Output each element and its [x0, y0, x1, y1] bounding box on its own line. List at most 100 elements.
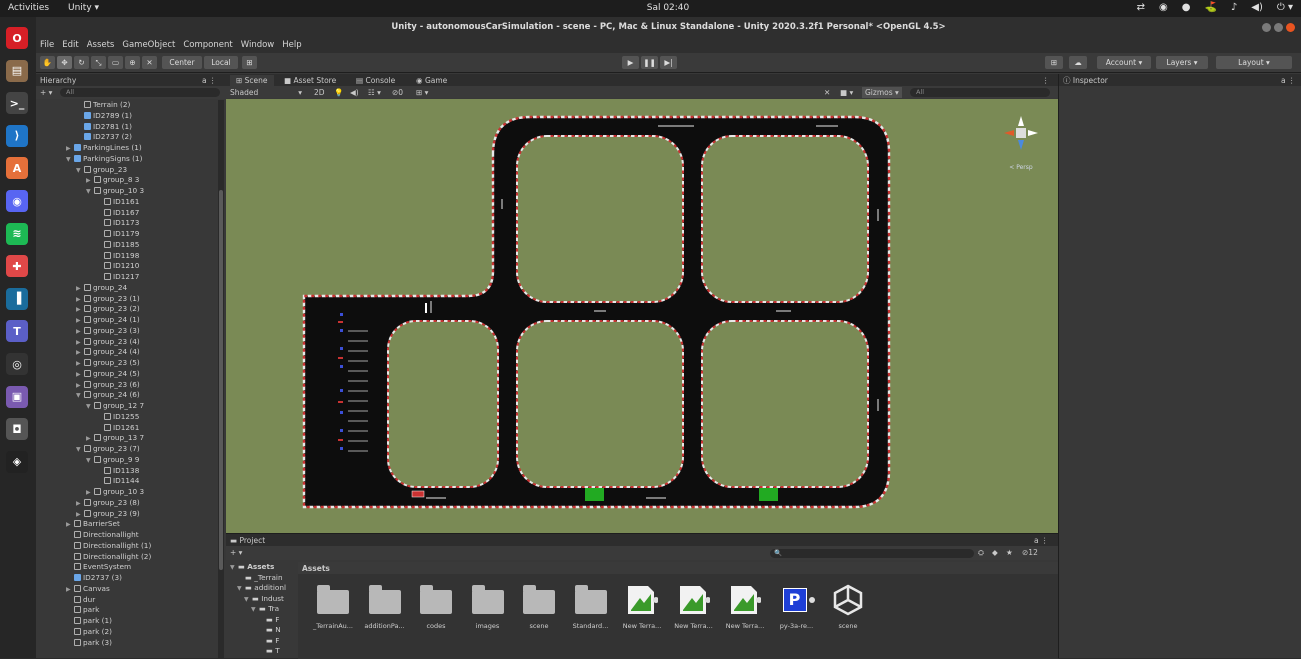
camera-dropdown-icon[interactable]: ■ ▾	[840, 87, 853, 98]
menu-help[interactable]: Help	[282, 38, 301, 53]
project-tree-row[interactable]: ▼ ▬ additionl	[237, 583, 286, 594]
tray-item-1[interactable]: ◉	[1159, 2, 1168, 13]
tab-asset-store[interactable]: ■ Asset Store	[284, 75, 336, 86]
hierarchy-row[interactable]: ▶ ParkingLines (1)	[66, 143, 142, 154]
project-tree-row[interactable]: ▼ ▬ Tra	[251, 604, 279, 615]
tray-item-5[interactable]: ◀)	[1251, 2, 1263, 13]
hierarchy-row[interactable]: ID1144	[96, 476, 139, 487]
layers-dropdown[interactable]: Layers ▾	[1156, 56, 1208, 69]
create-button[interactable]: + ▾	[40, 87, 52, 98]
lock-icon[interactable]: a ⋮	[202, 75, 216, 86]
hidden-packages-icon[interactable]: ⊘12	[1022, 547, 1038, 558]
activities-button[interactable]: Activities	[8, 3, 49, 13]
hierarchy-row[interactable]: ▶ group_23 (3)	[76, 326, 140, 337]
hand-tool-icon[interactable]: ✋	[40, 56, 55, 69]
inspector-lock-icon[interactable]: a ⋮	[1281, 75, 1295, 86]
rotate-tool-icon[interactable]: ↻	[74, 56, 89, 69]
collab-icon[interactable]: ⊞	[1045, 56, 1063, 69]
hierarchy-row[interactable]: ▶ group_24	[76, 283, 127, 294]
hierarchy-row[interactable]: ID1210	[96, 261, 139, 272]
project-tab[interactable]: ▬ Project	[230, 535, 265, 546]
hierarchy-row[interactable]: ▶ group_24 (5)	[76, 369, 140, 380]
hierarchy-row[interactable]: ▼ group_24 (6)	[76, 390, 140, 401]
asset-item[interactable]: scene	[825, 584, 871, 630]
layout-dropdown[interactable]: Layout ▾	[1216, 56, 1292, 69]
hierarchy-row[interactable]: ▶ group_23 (6)	[76, 380, 140, 391]
expand-arrow-icon[interactable]: ▼	[76, 445, 84, 456]
close-button[interactable]	[1286, 23, 1295, 32]
asset-item[interactable]: New Terra...	[722, 584, 768, 630]
move-tool-icon[interactable]: ✥	[57, 56, 72, 69]
hierarchy-row[interactable]: ▶ group_13 7	[86, 433, 144, 444]
transform-tool-icon[interactable]: ⊕	[125, 56, 140, 69]
grid-toggle-icon[interactable]: ⊞ ▾	[416, 87, 428, 98]
hierarchy-tab[interactable]: Hierarchy	[40, 75, 76, 86]
hierarchy-row[interactable]: ▶ group_8 3	[86, 175, 139, 186]
project-search-input[interactable]: 🔍	[770, 549, 974, 558]
account-dropdown[interactable]: Account ▾	[1097, 56, 1151, 69]
hierarchy-row[interactable]: ▶ group_24 (4)	[76, 347, 140, 358]
hierarchy-row[interactable]: ID1167	[96, 208, 139, 219]
scene-gizmo[interactable]	[1004, 116, 1038, 150]
asset-item[interactable]: New Terra...	[619, 584, 665, 630]
hierarchy-scrollbar[interactable]	[218, 100, 224, 658]
hierarchy-row[interactable]: ▼ group_12 7	[86, 401, 144, 412]
tray-item-3[interactable]: ⛳	[1204, 2, 1216, 13]
hierarchy-row[interactable]: park (3)	[66, 638, 112, 649]
audio-toggle-icon[interactable]: ◀)	[350, 87, 359, 98]
hierarchy-row[interactable]: ID1198	[96, 251, 139, 262]
system-tray[interactable]: ⇄ ◉ ● ⛳ ♪ ◀) ⏻ ▾	[1137, 2, 1293, 13]
unity-hub-icon[interactable]: ◈	[6, 450, 28, 473]
tab-game[interactable]: ◉ Game	[416, 75, 447, 86]
project-tree-row[interactable]: ▬ _Terrain	[237, 573, 283, 584]
hierarchy-row[interactable]: ▶ group_24 (1)	[76, 315, 140, 326]
obs-icon[interactable]: ◎	[6, 353, 28, 375]
project-tree-row[interactable]: ▬ N	[258, 625, 281, 636]
hierarchy-row[interactable]: ▼ group_23	[76, 165, 127, 176]
app-menu[interactable]: Unity ▾	[68, 3, 99, 13]
project-tree-row[interactable]: ▬ T	[258, 646, 280, 657]
hierarchy-row[interactable]: EventSystem	[66, 562, 131, 573]
rect-tool-icon[interactable]: ▭	[108, 56, 123, 69]
step-button[interactable]: ▶|	[660, 56, 677, 69]
filter-label-icon[interactable]: ◆	[992, 547, 998, 558]
files-icon[interactable]: ▤	[6, 59, 28, 82]
tab-scene[interactable]: ⊞ Scene	[230, 75, 274, 86]
camera-icon[interactable]: ◘	[6, 418, 28, 441]
hierarchy-row[interactable]: ▶ group_23 (1)	[76, 294, 140, 305]
panel-icon[interactable]: ▐	[6, 287, 28, 310]
asset-item[interactable]: images	[465, 584, 511, 630]
hierarchy-row[interactable]: Directionallight (2)	[66, 552, 151, 563]
expand-arrow-icon[interactable]: ▼	[76, 391, 84, 402]
hierarchy-row[interactable]: park	[66, 605, 99, 616]
gizmos-dropdown[interactable]: Gizmos ▾	[862, 87, 902, 98]
hierarchy-row[interactable]: ▼ group_10 3	[86, 186, 144, 197]
hierarchy-row[interactable]: Directionallight (1)	[66, 541, 151, 552]
tools-icon[interactable]: ✕	[824, 87, 830, 98]
scene-viewport[interactable]: < Persp	[226, 99, 1058, 533]
expand-arrow-icon[interactable]: ▼	[86, 187, 94, 198]
hierarchy-row[interactable]: ▼ ParkingSigns (1)	[66, 154, 142, 165]
hierarchy-row[interactable]: ▶ group_10 3	[86, 487, 144, 498]
project-tree-row[interactable]: ▼ ▬ Indust	[244, 594, 284, 605]
hierarchy-row[interactable]: Terrain (2)	[76, 100, 130, 111]
project-lock-icon[interactable]: a ⋮	[1034, 535, 1048, 546]
hierarchy-row[interactable]: ▶ group_23 (5)	[76, 358, 140, 369]
hierarchy-row[interactable]: ▶ Canvas	[66, 584, 110, 595]
pivot-local-button[interactable]: Local	[204, 56, 238, 69]
teams-icon[interactable]: T	[6, 320, 28, 343]
hierarchy-row[interactable]: ▶ group_23 (2)	[76, 304, 140, 315]
hierarchy-row[interactable]: ID1255	[96, 412, 139, 423]
project-create-button[interactable]: + ▾	[230, 547, 242, 558]
hierarchy-row[interactable]: ID1217	[96, 272, 139, 283]
tab-console[interactable]: ▤ Console	[356, 75, 395, 86]
image-viewer-icon[interactable]: ▣	[6, 385, 28, 408]
hierarchy-row[interactable]: ID1261	[96, 423, 139, 434]
hierarchy-row[interactable]: ▶ BarrierSet	[66, 519, 120, 530]
effects-dropdown-icon[interactable]: ☷ ▾	[368, 87, 381, 98]
menu-window[interactable]: Window	[241, 38, 275, 53]
2d-mode-toggle[interactable]: 2D	[314, 87, 325, 98]
cloud-icon[interactable]: ☁	[1069, 56, 1087, 69]
scale-tool-icon[interactable]: ⤡	[91, 56, 106, 69]
menu-file[interactable]: File	[40, 38, 54, 53]
